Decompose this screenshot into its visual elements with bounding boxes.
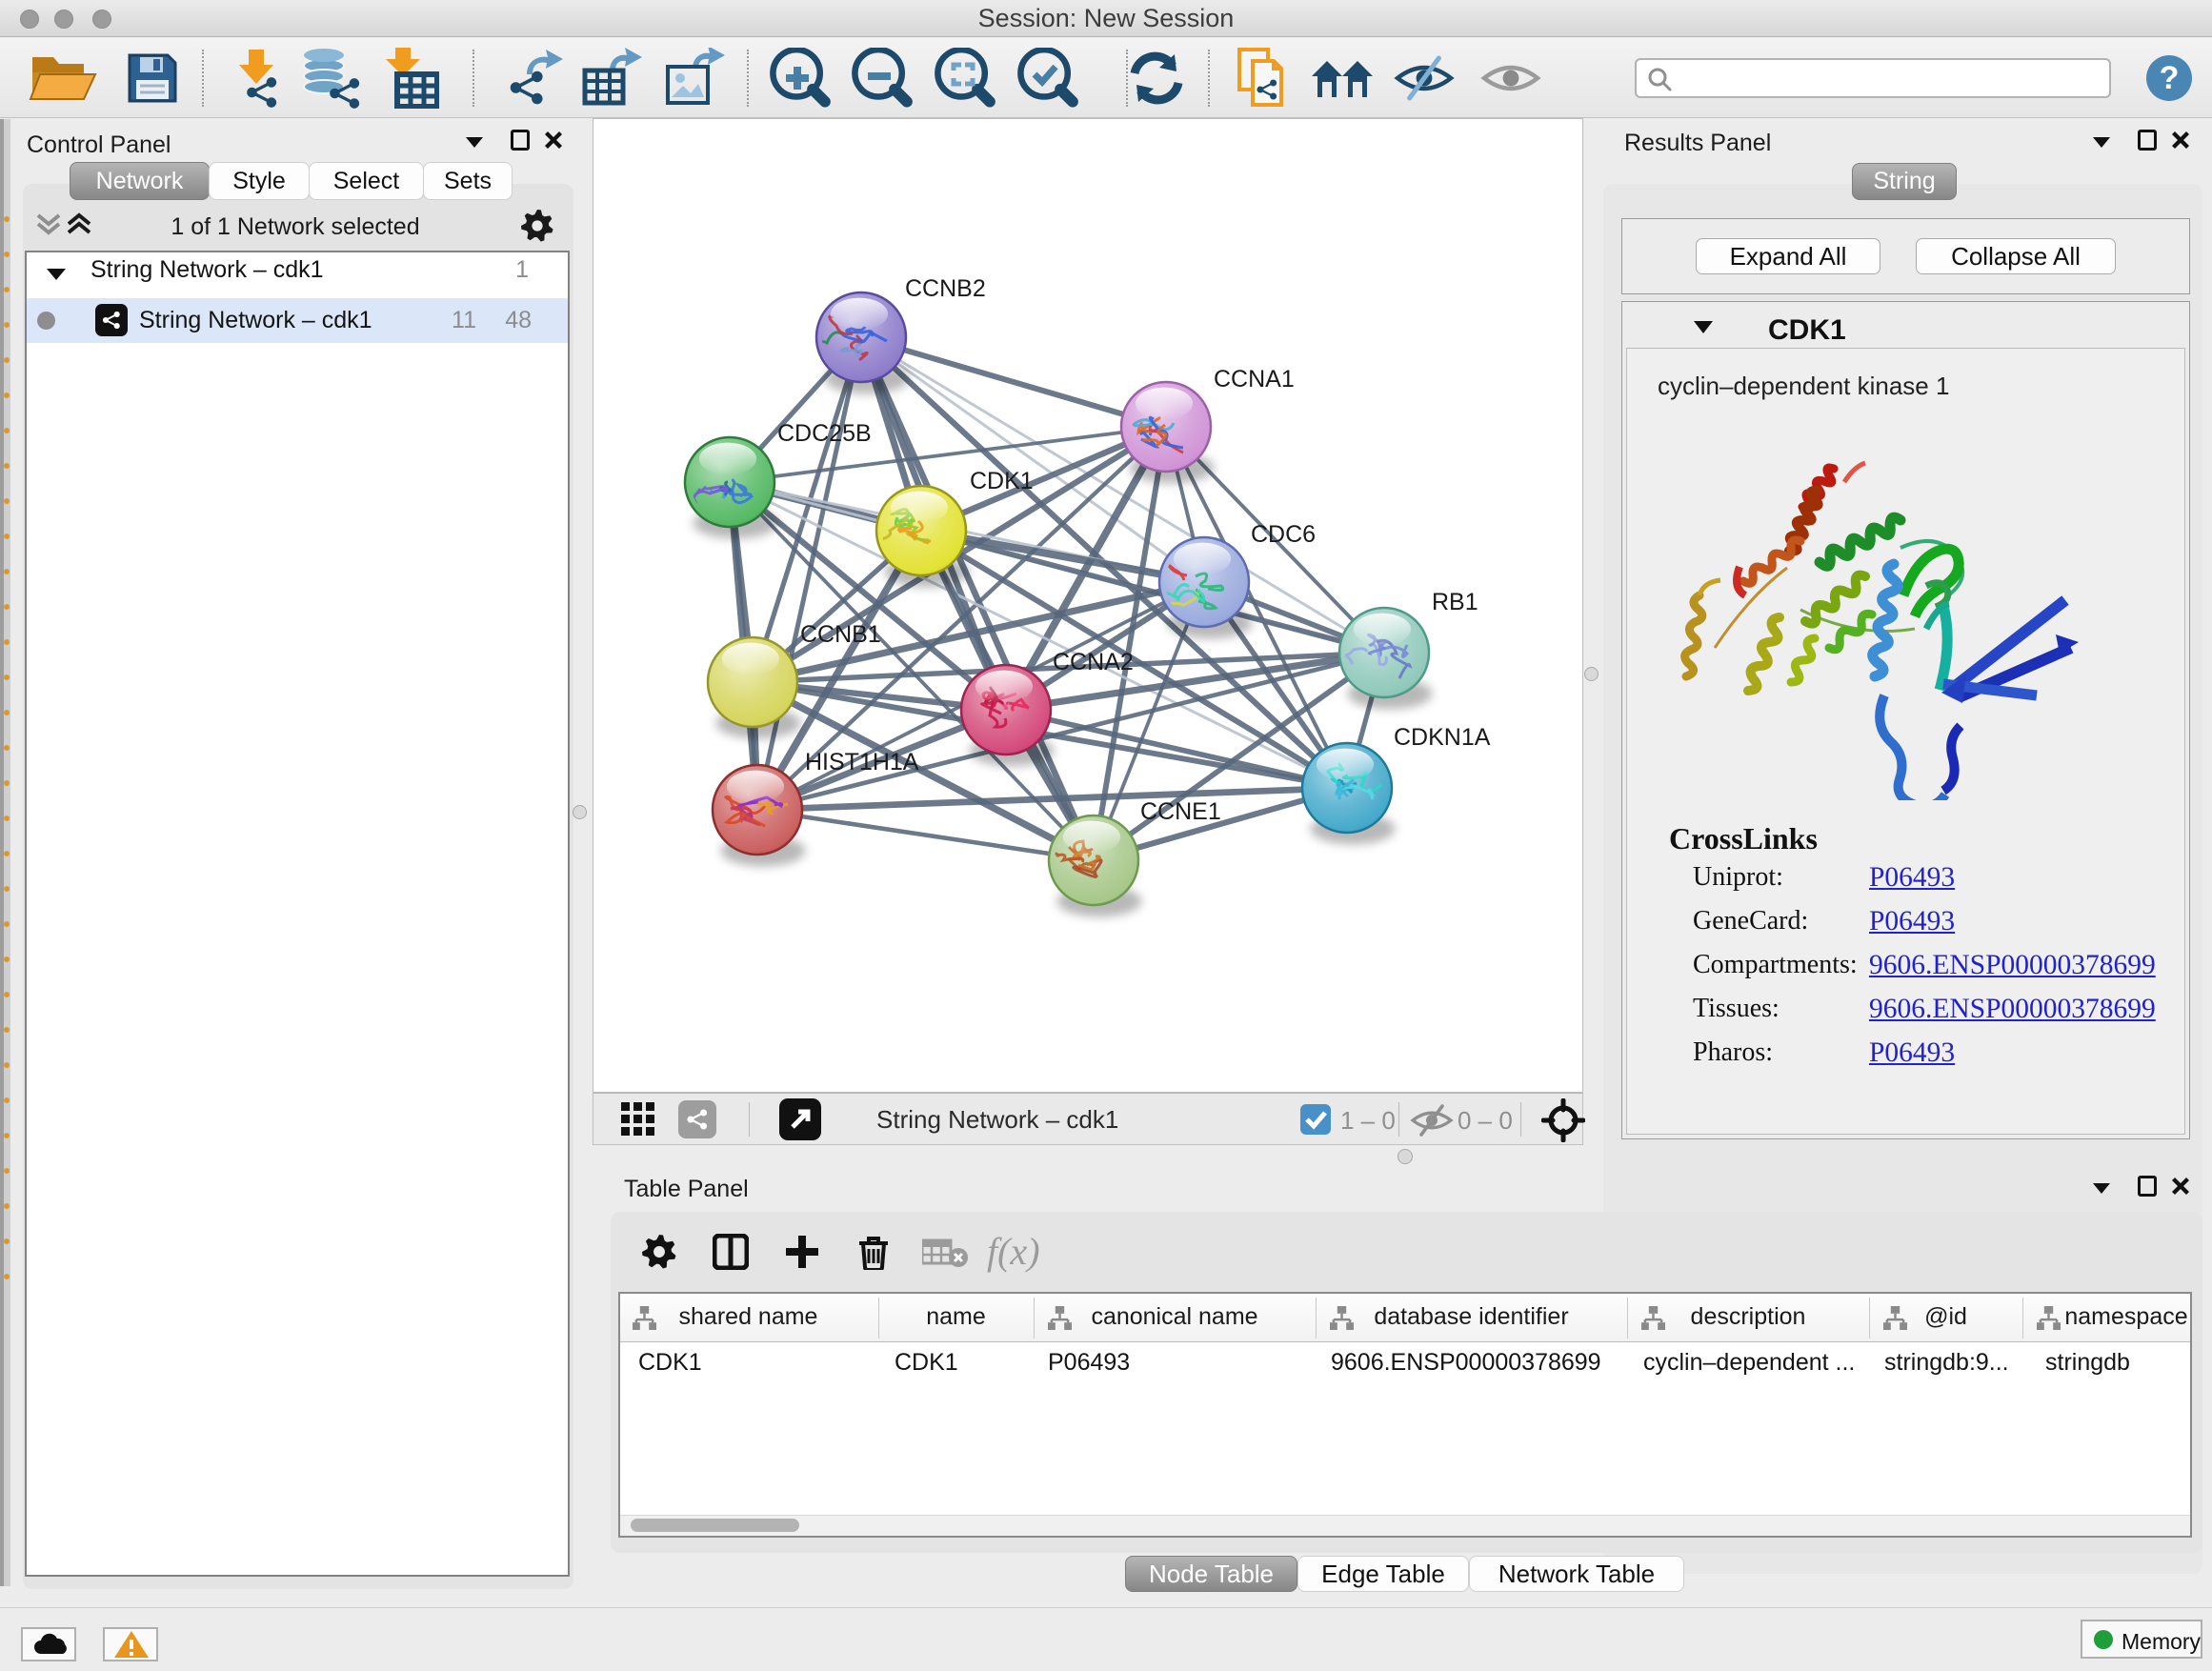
svg-text:CCNE1: CCNE1 xyxy=(1140,798,1221,825)
svg-text:CDC6: CDC6 xyxy=(1251,521,1316,548)
svg-text:CCNB2: CCNB2 xyxy=(905,275,986,302)
svg-text:CDK1: CDK1 xyxy=(970,468,1034,494)
svg-text:HIST1H1A: HIST1H1A xyxy=(805,749,919,775)
svg-text:RB1: RB1 xyxy=(1432,589,1478,615)
svg-text:CDC25B: CDC25B xyxy=(777,420,872,447)
svg-text:CCNA2: CCNA2 xyxy=(1053,649,1134,675)
svg-text:CDKN1A: CDKN1A xyxy=(1394,724,1491,751)
svg-text:CCNA1: CCNA1 xyxy=(1214,366,1295,393)
svg-text:CCNB1: CCNB1 xyxy=(800,621,881,648)
